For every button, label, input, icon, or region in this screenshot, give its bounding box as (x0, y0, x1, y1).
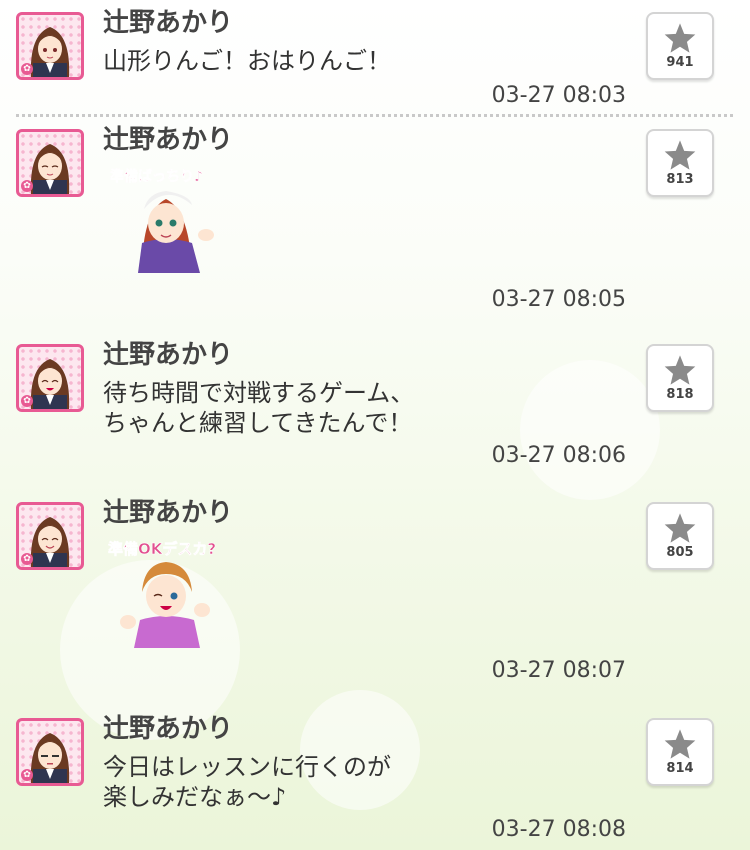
sticker-image[interactable]: 準備OKデスカ? (108, 536, 226, 648)
star-icon (664, 23, 696, 53)
author-name[interactable]: 辻野あかり (103, 340, 233, 370)
star-count: 805 (666, 545, 694, 560)
star-button[interactable]: 805 (646, 502, 714, 570)
star-button[interactable]: 813 (646, 129, 714, 197)
author-name[interactable]: 辻野あかり (103, 125, 233, 155)
post-message: 山形りんご！おはりんご！ (103, 46, 391, 76)
flower-badge-icon: ✿ (21, 63, 33, 75)
star-button[interactable]: 814 (646, 718, 714, 786)
author-avatar[interactable]: ✿ (16, 12, 84, 80)
sticker-boy-wink-icon: 準備OKデスカ? (108, 540, 216, 648)
author-name[interactable]: 辻野あかり (103, 498, 233, 528)
post-message: 待ち時間で対戦するゲーム、 ちゃんと練習してきたんで！ (103, 378, 414, 438)
star-button[interactable]: 818 (646, 344, 714, 412)
post-timestamp: 03-27 08:06 (491, 443, 626, 468)
post-timestamp: 03-27 08:05 (491, 287, 626, 312)
message-line: 今日はレッスンに行くのが (103, 753, 391, 781)
message-line: 山形りんご！おはりんご！ (103, 47, 391, 75)
star-icon (664, 140, 696, 170)
flower-badge-icon: ✿ (21, 395, 33, 407)
message-line: 楽しみだなぁ〜♪ (103, 783, 287, 811)
sticker-image[interactable]: 準備ばっちり♪ (108, 165, 226, 273)
author-avatar[interactable]: ✿ (16, 502, 84, 570)
author-name[interactable]: 辻野あかり (103, 714, 233, 744)
flower-badge-icon: ✿ (21, 180, 33, 192)
post-message: 今日はレッスンに行くのが 楽しみだなぁ〜♪ (103, 752, 391, 812)
sticker-girl-cap-icon: 準備ばっちり♪ (110, 168, 214, 273)
message-line: ちゃんと練習してきたんで！ (103, 409, 413, 437)
post-timestamp: 03-27 08:08 (491, 817, 626, 842)
author-avatar[interactable]: ✿ (16, 344, 84, 412)
sticker-caption: 準備ばっちり♪ (110, 168, 203, 185)
background-bokeh (520, 360, 660, 500)
post-timestamp: 03-27 08:07 (491, 658, 626, 683)
message-line: 待ち時間で対戦するゲーム、 (103, 379, 415, 407)
star-icon (664, 513, 696, 543)
star-count: 818 (666, 387, 694, 402)
star-icon (664, 729, 696, 759)
sticker-caption: 準備OKデスカ? (108, 540, 216, 558)
flower-badge-icon: ✿ (21, 553, 33, 565)
star-count: 941 (666, 55, 694, 70)
star-count: 814 (666, 761, 694, 776)
post-timestamp: 03-27 08:03 (491, 83, 626, 108)
star-button[interactable]: 941 (646, 12, 714, 80)
star-icon (664, 355, 696, 385)
author-name[interactable]: 辻野あかり (103, 8, 233, 38)
post-divider (16, 114, 733, 117)
star-count: 813 (666, 172, 694, 187)
author-avatar[interactable]: ✿ (16, 718, 84, 786)
author-avatar[interactable]: ✿ (16, 129, 84, 197)
flower-badge-icon: ✿ (21, 769, 33, 781)
